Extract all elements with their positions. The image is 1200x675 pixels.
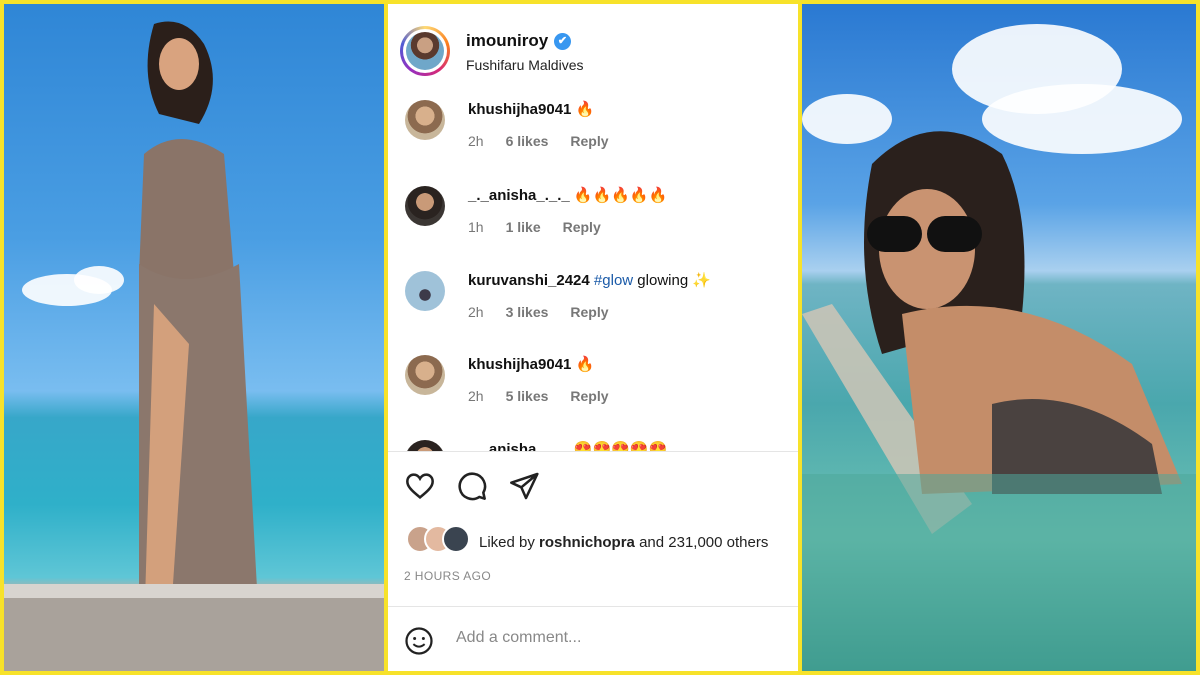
reply-button[interactable]: Reply xyxy=(570,388,608,404)
post-location[interactable]: Fushifaru Maldives xyxy=(466,57,584,73)
comment-text: 🔥 xyxy=(575,101,595,118)
liked-by-text[interactable]: Liked by roshnichopra and 231,000 others xyxy=(479,534,768,551)
commenter-username[interactable]: khushijha9041 xyxy=(468,356,571,373)
comment-input[interactable]: Add a comment... xyxy=(456,629,581,647)
comment-text: glowing ✨ xyxy=(637,272,712,289)
comment-text: 🔥🔥🔥🔥🔥 xyxy=(573,187,668,204)
comment-time: 2h xyxy=(468,388,484,404)
comment-time: 2h xyxy=(468,304,484,320)
emoji-icon[interactable] xyxy=(404,626,434,656)
comment-text: 🔥 xyxy=(575,356,595,373)
liked-by-prefix: Liked by xyxy=(479,534,535,551)
comment-item: khushijha9041 🔥 2h 6 likes Reply xyxy=(388,94,798,174)
comment-time: 1h xyxy=(468,219,484,235)
commenter-avatar[interactable] xyxy=(405,271,445,311)
commenter-username[interactable]: _._anisha_._._ xyxy=(468,187,570,204)
comment-text: 😍😍😍😍😍 xyxy=(573,441,668,451)
divider xyxy=(388,451,798,452)
comment-likes[interactable]: 6 likes xyxy=(506,133,549,149)
reply-button[interactable]: Reply xyxy=(563,219,601,235)
post-username[interactable]: imouniroy xyxy=(466,31,548,51)
comment-likes[interactable]: 3 likes xyxy=(506,304,549,320)
avatar xyxy=(442,525,470,553)
comment-likes[interactable]: 1 like xyxy=(506,219,541,235)
profile-avatar[interactable] xyxy=(400,26,450,76)
divider xyxy=(388,606,798,607)
commenter-username[interactable]: khushijha9041 xyxy=(468,101,571,118)
comment-time: 2h xyxy=(468,133,484,149)
woman-in-dress-figure xyxy=(4,21,384,671)
commenter-avatar[interactable] xyxy=(405,100,445,140)
left-photo xyxy=(4,4,384,671)
verified-badge-icon: ✔ xyxy=(554,33,571,50)
send-icon[interactable] xyxy=(508,470,540,502)
liked-by-suffix[interactable]: and 231,000 others xyxy=(639,534,768,551)
reply-button[interactable]: Reply xyxy=(570,133,608,149)
woman-in-water-figure xyxy=(802,131,1196,671)
post-timestamp: 2 HOURS AGO xyxy=(404,569,492,583)
commenter-avatar[interactable] xyxy=(405,355,445,395)
comment-item: _._anisha_._._ 😍😍😍😍😍 xyxy=(388,434,798,451)
heart-icon[interactable] xyxy=(404,470,436,502)
commenter-avatar[interactable] xyxy=(405,186,445,226)
reply-button[interactable]: Reply xyxy=(570,304,608,320)
comments-list[interactable]: khushijha9041 🔥 2h 6 likes Reply _._anisha… xyxy=(388,94,798,451)
comment-icon[interactable] xyxy=(456,470,488,502)
comment-item: _._anisha_._._ 🔥🔥🔥🔥🔥 1h 1 like Reply xyxy=(388,180,798,260)
right-photo xyxy=(802,4,1196,671)
commenter-username[interactable]: _._anisha_._._ xyxy=(468,441,570,451)
comment-item: kuruvanshi_2424 #glow glowing ✨ 2h 3 like… xyxy=(388,265,798,345)
instagram-post-panel: imouniroy ✔ Fushifaru Maldives khushijha… xyxy=(388,4,798,671)
comment-item: khushijha9041 🔥 2h 5 likes Reply xyxy=(388,349,798,429)
liked-by-user[interactable]: roshnichopra xyxy=(539,534,635,551)
add-comment-bar: Add a comment... xyxy=(404,624,784,658)
hashtag-link[interactable]: #glow xyxy=(594,272,633,289)
post-header: imouniroy ✔ Fushifaru Maldives xyxy=(388,4,798,94)
comment-likes[interactable]: 5 likes xyxy=(506,388,549,404)
commenter-avatar[interactable] xyxy=(405,440,445,451)
commenter-username[interactable]: kuruvanshi_2424 xyxy=(468,272,590,289)
